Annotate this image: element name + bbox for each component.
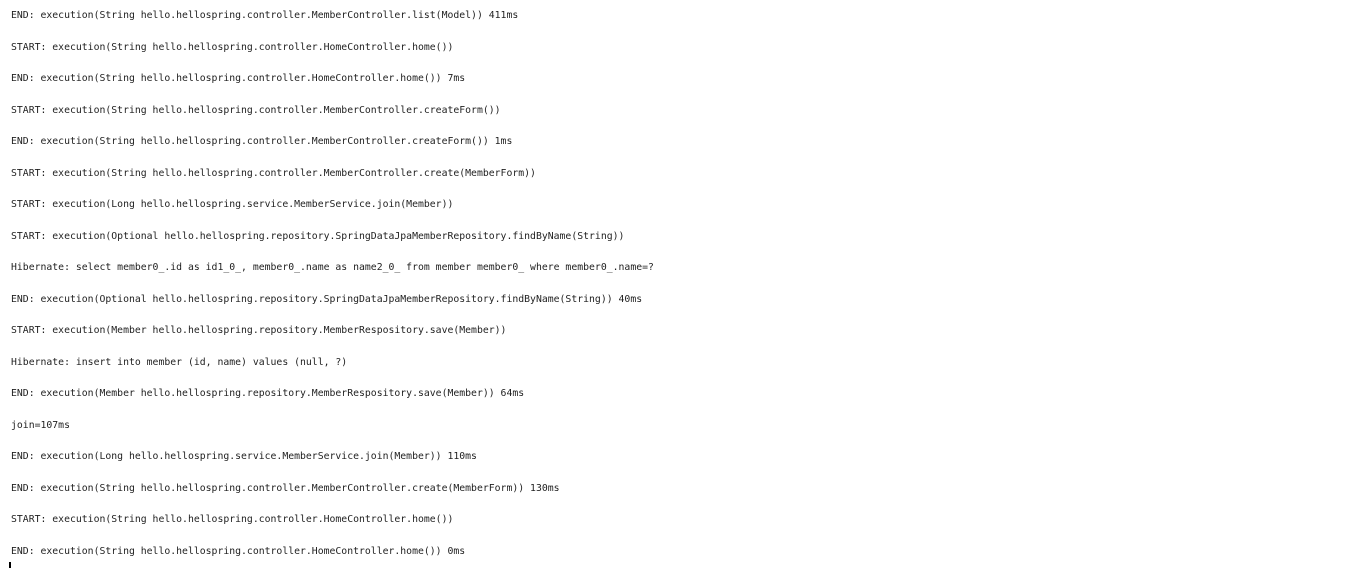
log-line: END: execution(String hello.hellospring.…	[11, 545, 466, 557]
log-line: START: execution(Member hello.hellosprin…	[11, 325, 507, 336]
log-line: END: execution(Optional hello.hellosprin…	[11, 293, 643, 305]
log-line: START: execution(String hello.hellosprin…	[11, 41, 454, 53]
log-line: START: execution(String hello.hellosprin…	[11, 104, 501, 116]
log-line: END: execution(Long hello.hellospring.se…	[11, 451, 477, 462]
log-line: START: execution(Optional hello.hellospr…	[11, 230, 625, 242]
log-line: Hibernate: insert into member (id, name)…	[11, 356, 348, 368]
log-line: START: execution(String hello.hellosprin…	[11, 167, 536, 179]
log-line: END: execution(String hello.hellospring.…	[11, 10, 519, 21]
log-line: join=107ms	[11, 419, 70, 431]
log-line: START: execution(Long hello.hellospring.…	[11, 199, 454, 210]
log-line: END: execution(String hello.hellospring.…	[11, 73, 466, 84]
log-line: START: execution(String hello.hellosprin…	[11, 514, 454, 525]
console-log-list: END: execution(String hello.hellospring.…	[11, 0, 1355, 567]
console-output[interactable]: END: execution(String hello.hellospring.…	[0, 0, 1355, 568]
log-line: END: execution(Member hello.hellospring.…	[11, 388, 525, 399]
text-caret	[9, 562, 11, 568]
log-line: END: execution(String hello.hellospring.…	[11, 136, 513, 147]
log-line: Hibernate: select member0_.id as id1_0_,…	[11, 262, 654, 273]
log-line: END: execution(String hello.hellospring.…	[11, 482, 560, 494]
